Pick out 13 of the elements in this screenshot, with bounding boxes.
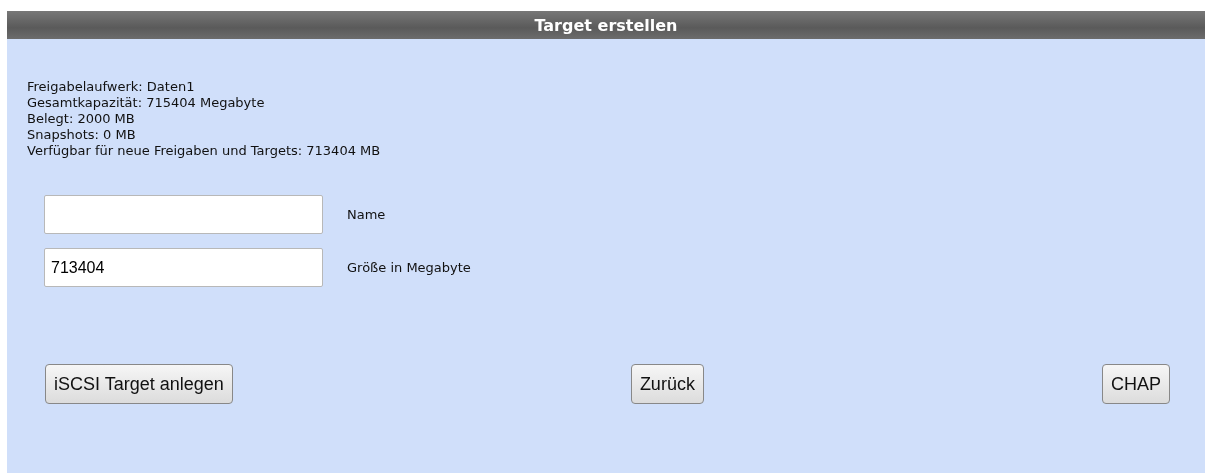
info-line: Snapshots: 0 MB xyxy=(27,127,137,143)
action-button[interactable]: CHAP xyxy=(1102,364,1170,404)
info-line: Belegt: 2000 MB xyxy=(27,111,136,127)
info-line: Freigabelaufwerk: Daten1 xyxy=(27,79,196,95)
info-line: Verfügbar für neue Freigaben und Targets: 713404 MB xyxy=(27,143,382,159)
window-title: Target erstellen xyxy=(7,11,1205,39)
action-button[interactable]: iSCSI Target anlegen xyxy=(45,364,233,404)
info-line: Gesamtkapazität: 715404 Megabyte xyxy=(27,95,266,111)
input-field[interactable] xyxy=(44,195,323,234)
action-button[interactable]: Zurück xyxy=(630,364,704,404)
field-label: Größe in Megabyte xyxy=(347,260,471,275)
input-field[interactable]: 713404 xyxy=(44,248,323,287)
field-label: Name xyxy=(347,207,386,222)
